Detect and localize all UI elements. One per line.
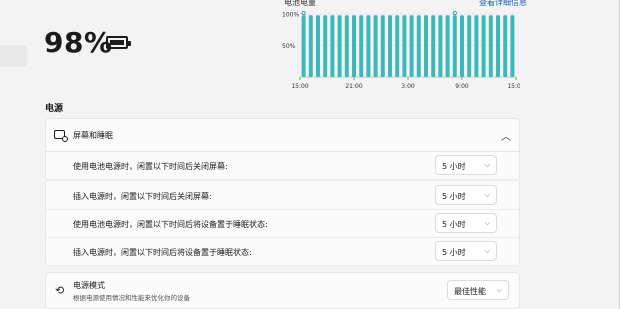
battery-charging-icon	[106, 36, 131, 49]
dropdown-value: 5 小时	[442, 220, 466, 229]
chart-bar	[481, 15, 486, 77]
chart-bar	[373, 15, 378, 77]
plug-marker-icon	[452, 11, 457, 16]
x-tick-label: 3:00	[401, 83, 415, 90]
setting-row-plugged-sleep: 插入电源时，闲置以下时间后将设备置于睡眠状态: 5 小时 ⌵	[45, 238, 520, 266]
battery-screen-off-dropdown[interactable]: 5 小时 ⌵	[435, 155, 497, 175]
chart-bar	[380, 15, 385, 77]
chart-bar	[409, 15, 414, 77]
chevron-down-icon: ⌵	[484, 161, 490, 169]
battery-sleep-dropdown[interactable]: 5 小时 ⌵	[435, 213, 497, 233]
chevron-down-icon: ⌵	[484, 247, 490, 255]
chart-bar	[301, 15, 306, 77]
battery-level-chart: 100% 50% 15:00 21:00 3:00 9:00 15:00	[282, 11, 520, 90]
chevron-down-icon: ⌵	[496, 286, 502, 294]
chart-bar	[460, 15, 464, 77]
dropdown-value: 5 小时	[442, 162, 466, 171]
chart-bar	[402, 15, 407, 77]
dropdown-value: 5 小时	[442, 192, 466, 201]
chart-bar	[359, 15, 364, 77]
setting-row-battery-sleep: 使用电池电源时，闲置以下时间后将设备置于睡眠状态: 5 小时 ⌵	[45, 210, 520, 238]
chart-bar	[330, 15, 335, 77]
chart-bar	[474, 15, 479, 77]
view-details-link[interactable]: 查看详细信息	[479, 0, 527, 8]
chart-bar	[352, 15, 356, 77]
setting-label: 插入电源时，闲置以下时间后关闭屏幕:	[73, 192, 212, 201]
setting-label: 使用电池电源时，闲置以下时间后关闭屏幕:	[73, 162, 228, 171]
setting-label: 插入电源时，闲置以下时间后将设备置于睡眠状态:	[73, 248, 252, 257]
plugged-screen-off-dropdown[interactable]: 5 小时 ⌵	[435, 185, 497, 205]
power-mode-subtitle: 根据电源使用情况和性能来优化你的设备	[73, 294, 190, 302]
chart-bar	[366, 15, 371, 77]
chart-bar	[445, 15, 450, 77]
x-tick-label: 15:00	[291, 83, 308, 90]
screen-sleep-icon	[54, 130, 68, 142]
chart-bar	[337, 15, 342, 77]
chart-bar	[510, 15, 515, 77]
chart-bar	[388, 15, 392, 77]
chart-bar	[395, 15, 400, 77]
power-mode-card: ⟲ 电源模式 根据电源使用情况和性能来优化你的设备 最佳性能 ⌵	[45, 272, 520, 309]
sidebar-item-selected[interactable]	[0, 45, 27, 67]
chart-bar	[431, 15, 436, 77]
chart-bar	[503, 15, 508, 77]
screen-sleep-expander[interactable]: 屏幕和睡眠 ︿	[45, 118, 520, 152]
chart-bar	[308, 15, 313, 77]
power-mode-dropdown[interactable]: 最佳性能 ⌵	[447, 280, 509, 300]
plugged-sleep-dropdown[interactable]: 5 小时 ⌵	[435, 241, 497, 261]
y-tick-label: 50%	[282, 43, 296, 50]
screen-sleep-title: 屏幕和睡眠	[73, 131, 113, 140]
chart-bar	[424, 15, 428, 77]
chevron-down-icon: ⌵	[484, 219, 490, 227]
battery-percentage: 98%	[44, 26, 113, 59]
chart-bar	[438, 15, 443, 77]
chart-bar	[467, 15, 472, 77]
x-tick-label: 21:00	[345, 83, 362, 90]
chevron-up-icon[interactable]: ︿	[501, 128, 511, 143]
power-mode-icon: ⟲	[55, 284, 65, 297]
dropdown-value: 5 小时	[442, 248, 466, 257]
chart-bar	[344, 15, 349, 77]
chart-bar	[496, 15, 500, 77]
x-tick-label: 15:00	[507, 83, 520, 90]
chart-bar	[416, 15, 421, 77]
dropdown-value: 最佳性能	[454, 287, 486, 296]
chevron-down-icon: ⌵	[484, 191, 490, 199]
setting-label: 使用电池电源时，闲置以下时间后将设备置于睡眠状态:	[73, 220, 268, 229]
setting-row-plugged-screen-off: 插入电源时，闲置以下时间后关闭屏幕: 5 小时 ⌵	[45, 182, 520, 210]
nav-sidebar	[0, 0, 27, 309]
y-tick-label: 100%	[282, 12, 299, 19]
plug-marker-icon	[301, 11, 306, 16]
chart-bar	[316, 15, 320, 77]
chart-bar	[488, 15, 493, 77]
x-tick-label: 9:00	[455, 83, 469, 90]
power-section-title: 电源	[45, 104, 64, 114]
chart-bar	[452, 15, 457, 77]
power-mode-title: 电源模式	[73, 281, 105, 290]
chart-bar	[323, 15, 328, 77]
battery-chart-title: 电池电量	[284, 0, 316, 7]
setting-row-battery-screen-off: 使用电池电源时，闲置以下时间后关闭屏幕: 5 小时 ⌵	[45, 152, 520, 180]
